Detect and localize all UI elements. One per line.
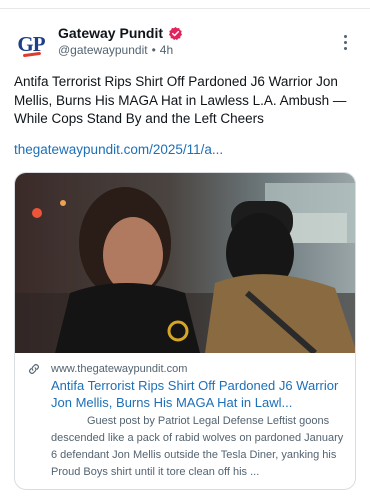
street-scene-photo bbox=[15, 173, 355, 353]
verified-badge-icon bbox=[168, 26, 183, 40]
link-icon bbox=[29, 364, 39, 374]
author-handle[interactable]: @gatewaypundit bbox=[58, 43, 148, 57]
more-options-button[interactable] bbox=[336, 33, 354, 51]
post-text: Antifa Terrorist Rips Shirt Off Pardoned… bbox=[14, 74, 347, 126]
link-preview-image[interactable] bbox=[15, 173, 355, 353]
more-vertical-icon bbox=[343, 34, 347, 38]
card-domain: www.thegatewaypundit.com bbox=[51, 363, 188, 375]
link-preview-card[interactable]: www.thegatewaypundit.com Antifa Terroris… bbox=[14, 172, 356, 490]
top-divider bbox=[0, 8, 370, 9]
card-title[interactable]: Antifa Terrorist Rips Shirt Off Pardoned… bbox=[51, 377, 347, 411]
meta-separator: • bbox=[151, 43, 156, 57]
avatar[interactable]: GP bbox=[14, 27, 48, 61]
author-handle-row: @gatewaypundit • 4h bbox=[58, 43, 173, 57]
post-timestamp[interactable]: 4h bbox=[160, 43, 173, 57]
post-link[interactable]: thegatewaypundit.com/2025/11/a... bbox=[14, 142, 223, 157]
card-description: Guest post by Patriot Legal Defense Left… bbox=[51, 415, 344, 478]
author-display-name[interactable]: Gateway Pundit bbox=[58, 25, 163, 41]
author-name-row: Gateway Pundit bbox=[58, 25, 183, 41]
